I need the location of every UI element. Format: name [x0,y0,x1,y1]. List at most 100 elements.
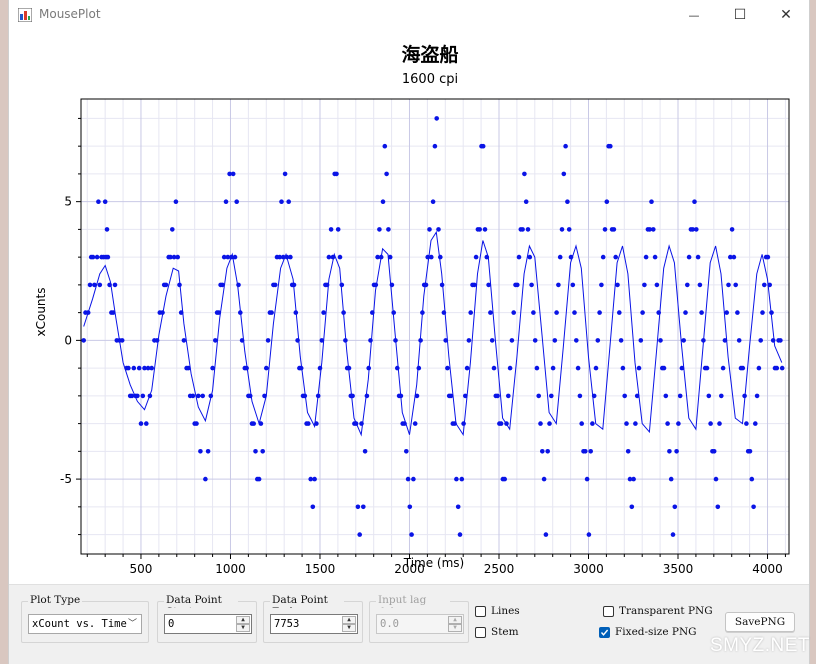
data-point-start-input[interactable]: 0 ▲ ▼ [164,614,252,634]
data-point [94,254,100,260]
data-point-end-input[interactable]: 7753 ▲ ▼ [270,614,358,634]
axes: 500 1000 1500 2000 2500 3000 3500 4000-505 [60,98,790,576]
spin-up-icon[interactable]: ▲ [236,616,250,624]
spin-down-icon[interactable]: ▼ [236,624,250,632]
data-point [175,254,180,260]
data-point [418,338,423,343]
data-point [670,532,676,537]
data-point [260,449,265,454]
data-point [599,282,604,288]
data-point [652,254,658,260]
data-point [495,393,500,399]
data-point [536,393,541,399]
data-point [473,254,479,260]
data-point [382,143,388,149]
data-point [677,393,683,399]
fixed-size-png-checkbox-box[interactable] [599,626,610,638]
data-point [170,227,175,232]
stem-checkbox-box[interactable] [475,626,486,638]
data-point [96,199,101,204]
data-point [429,254,434,260]
data-point [749,476,755,482]
minimize-button[interactable]: — [671,0,717,30]
data-point [523,199,529,204]
data-point [279,199,284,204]
data-point [315,393,321,399]
close-button[interactable]: ✕ [763,0,809,30]
data-point [511,310,516,315]
data-point [502,476,508,482]
data-point [190,393,196,399]
data-point [563,143,568,149]
lines-checkbox[interactable]: Lines [475,605,520,617]
lines-checkbox-box[interactable] [475,605,486,617]
data-point [583,449,588,454]
data-point [642,282,647,288]
data-point [531,310,536,315]
maximize-button[interactable]: ☐ [717,0,763,30]
data-point [751,504,756,510]
data-point [119,338,125,343]
fixed-size-png-checkbox[interactable]: Fixed-size PNG [599,626,697,638]
data-point [198,449,203,454]
data-point [90,254,96,260]
app-icon [18,8,32,22]
x-tick-label: 500 [130,562,153,576]
data-point [742,393,747,399]
data-point [667,449,672,454]
data-point [438,254,443,260]
plot-area[interactable]: 海盗船 1600 cpi 500 1000 1500 2000 2500 3000 3500… [9,30,809,584]
data-point [753,421,758,426]
transparent-png-checkbox-box[interactable] [603,605,614,617]
data-point [223,199,229,204]
data-point [326,254,332,260]
data-point [140,393,146,399]
data-point [624,421,629,426]
plot-type-select[interactable]: xCount vs. Time ﹀ [28,614,142,634]
stem-checkbox[interactable]: Stem [475,626,519,638]
data-point-start-spinner[interactable]: ▲ ▼ [236,616,250,632]
save-png-button[interactable]: SavePNG [725,612,795,632]
transparent-png-checkbox[interactable]: Transparent PNG [603,605,713,617]
data-point [380,199,386,204]
data-point [540,449,545,454]
data-point [507,365,513,371]
data-point [337,254,343,260]
data-point [658,338,663,343]
data-point [613,254,618,260]
data-point-end-spinner[interactable]: ▲ ▼ [342,616,356,632]
y-tick-label: -5 [60,472,72,486]
data-point [282,171,288,177]
data-point [234,199,239,204]
input-lag-input: 0.0 ▲ ▼ [376,614,464,634]
data-point [87,282,93,288]
data-point [651,227,656,232]
data-point [579,421,584,426]
data-point [758,338,763,343]
data-point [565,199,570,204]
checkmark-icon [600,629,609,636]
data-point [719,393,724,399]
data-point [194,421,199,426]
mouse-plot-chart[interactable]: 海盗船 1600 cpi 500 1000 1500 2000 2500 3000 3500… [9,30,809,584]
data-point [208,393,214,399]
spin-down-icon[interactable]: ▼ [342,624,356,632]
data-point [488,310,493,315]
data-point [532,338,538,343]
data-point [364,393,370,399]
data-point [216,310,222,315]
data-point [679,365,685,371]
data-point [384,171,389,177]
data-point [568,254,574,260]
input-lag-value: 0.0 [380,618,399,630]
data-point [676,421,681,426]
data-point [547,421,552,426]
spin-up-icon[interactable]: ▲ [342,616,356,624]
title-bar[interactable]: MousePlot — ☐ ✕ [9,0,809,30]
data-point [588,449,593,454]
series-line [83,230,783,437]
data-point [463,393,468,399]
data-point [459,476,465,482]
data-point [136,365,142,371]
data-point [717,421,722,426]
